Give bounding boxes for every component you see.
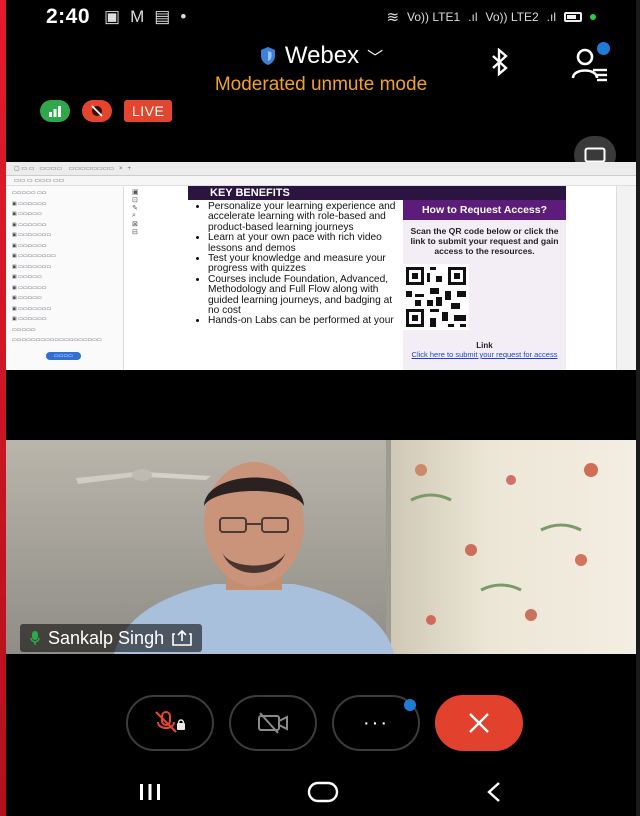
meeting-header: Webex ﹀ Moderated unmute mode: [6, 36, 636, 95]
video-toggle-button[interactable]: [229, 695, 317, 751]
signal-lte1: Vo)) LTE1: [407, 10, 461, 24]
curtain-image: [391, 440, 636, 654]
close-icon: [469, 713, 489, 733]
shared-tool-column: ▣ ⊡ ✎ ⌕ ⊠ ⊟: [132, 189, 139, 236]
shield-icon: [260, 47, 275, 65]
muted-microphone-icon: [155, 711, 185, 733]
meeting-title-dropdown[interactable]: Webex ﹀: [259, 42, 383, 70]
screen-edge-right: [636, 0, 640, 816]
more-options-button[interactable]: ···: [332, 695, 420, 751]
slide: KEY BENEFITS Personalize your learning e…: [188, 186, 566, 370]
shared-sidebar: ▭▭▭▭▭ ▭▭ ▣ ▭▭▭▭▭▭ ▣ ▭▭▭▭▭ ▣ ▭▭▭▭▭▭ ▣ ▭▭▭▭▭▭▭…: [6, 186, 124, 370]
image-icon: ▣: [104, 7, 121, 26]
link-label: Link: [476, 341, 493, 350]
shared-right-rail: [616, 186, 636, 370]
gmail-icon: M: [130, 7, 145, 26]
benefit-item: Personalize your learning experience and…: [208, 201, 400, 233]
live-badge: LIVE: [124, 100, 173, 122]
participants-button[interactable]: [568, 42, 610, 84]
more-notification-dot: [404, 699, 416, 711]
screen-icon: [584, 147, 606, 163]
bluetooth-icon[interactable]: [490, 47, 510, 83]
qr-code-image: [403, 264, 469, 330]
recording-icon[interactable]: [82, 100, 112, 122]
meeting-status-badges: LIVE: [40, 100, 173, 122]
battery-icon: [564, 12, 582, 22]
share-upload-icon: [172, 630, 192, 646]
charging-dot: [590, 14, 596, 20]
notification-dot: [597, 42, 610, 55]
participant-name-tag: Sankalp Singh: [20, 624, 203, 652]
benefit-item: Hands-on Labs can be performed at your: [208, 316, 400, 327]
android-nav-bar: [6, 768, 636, 816]
status-time: 2:40: [46, 5, 91, 28]
request-access-title: How to Request Access?: [403, 200, 566, 220]
request-access-panel: How to Request Access? Scan the QR code …: [403, 200, 566, 370]
shared-browser-toolbar: ▭▭ ▭ ▭▭▭ ▭▭: [6, 176, 636, 186]
wifi-icon: ≋: [386, 9, 400, 26]
request-access-text: Scan the QR code below or click the link…: [410, 226, 559, 256]
video-off-icon: [258, 712, 288, 734]
microphone-icon: [30, 631, 40, 645]
mute-button[interactable]: [126, 695, 214, 751]
back-button[interactable]: [483, 780, 505, 804]
benefit-item: Test your knowledge and measure your pro…: [208, 253, 400, 275]
participant-name: Sankalp Singh: [48, 627, 165, 648]
dot-icon: •: [180, 7, 187, 26]
home-button[interactable]: [306, 780, 340, 804]
signal-lte2: Vo)) LTE2: [485, 10, 539, 24]
request-access-link[interactable]: Click here to submit your request for ac…: [403, 350, 566, 359]
recent-apps-button[interactable]: [137, 782, 163, 802]
shared-sidebar-button: ▭▭▭▭: [46, 351, 81, 360]
unmute-mode-label: Moderated unmute mode: [214, 74, 428, 95]
gallery-icon: ▤: [154, 7, 171, 26]
participant-video[interactable]: Sankalp Singh: [6, 440, 636, 654]
network-quality-icon[interactable]: [40, 100, 70, 122]
signal-bars-icon: .ıl: [468, 10, 478, 24]
benefits-list: Personalize your learning experience and…: [188, 201, 400, 327]
key-benefits-title: KEY BENEFITS: [188, 186, 566, 200]
signal-bars-icon-2: .ıl: [546, 10, 556, 24]
app-title: Webex: [284, 42, 360, 69]
screen-edge-left: [0, 0, 6, 816]
shared-screen-view[interactable]: ▢ ▭ ▭ ▭▭▭▭ ▭▭▭▭▭▭▭▭ × + ▭▭ ▭ ▭▭▭ ▭▭ ▭▭▭▭…: [6, 162, 636, 370]
more-dots-icon: ···: [363, 711, 389, 734]
shared-browser-tabs: ▢ ▭ ▭ ▭▭▭▭ ▭▭▭▭▭▭▭▭ × +: [6, 162, 636, 176]
end-call-button[interactable]: [435, 695, 523, 751]
benefit-item: Courses include Foundation, Advanced, Me…: [208, 274, 400, 317]
status-bar: 2:40 ▣ M ▤ • ≋ Vo)) LTE1 .ıl Vo)) LTE2 .…: [6, 0, 636, 34]
benefit-item: Learn at your own pace with rich video l…: [208, 233, 400, 254]
chevron-down-icon: ﹀: [367, 50, 384, 67]
